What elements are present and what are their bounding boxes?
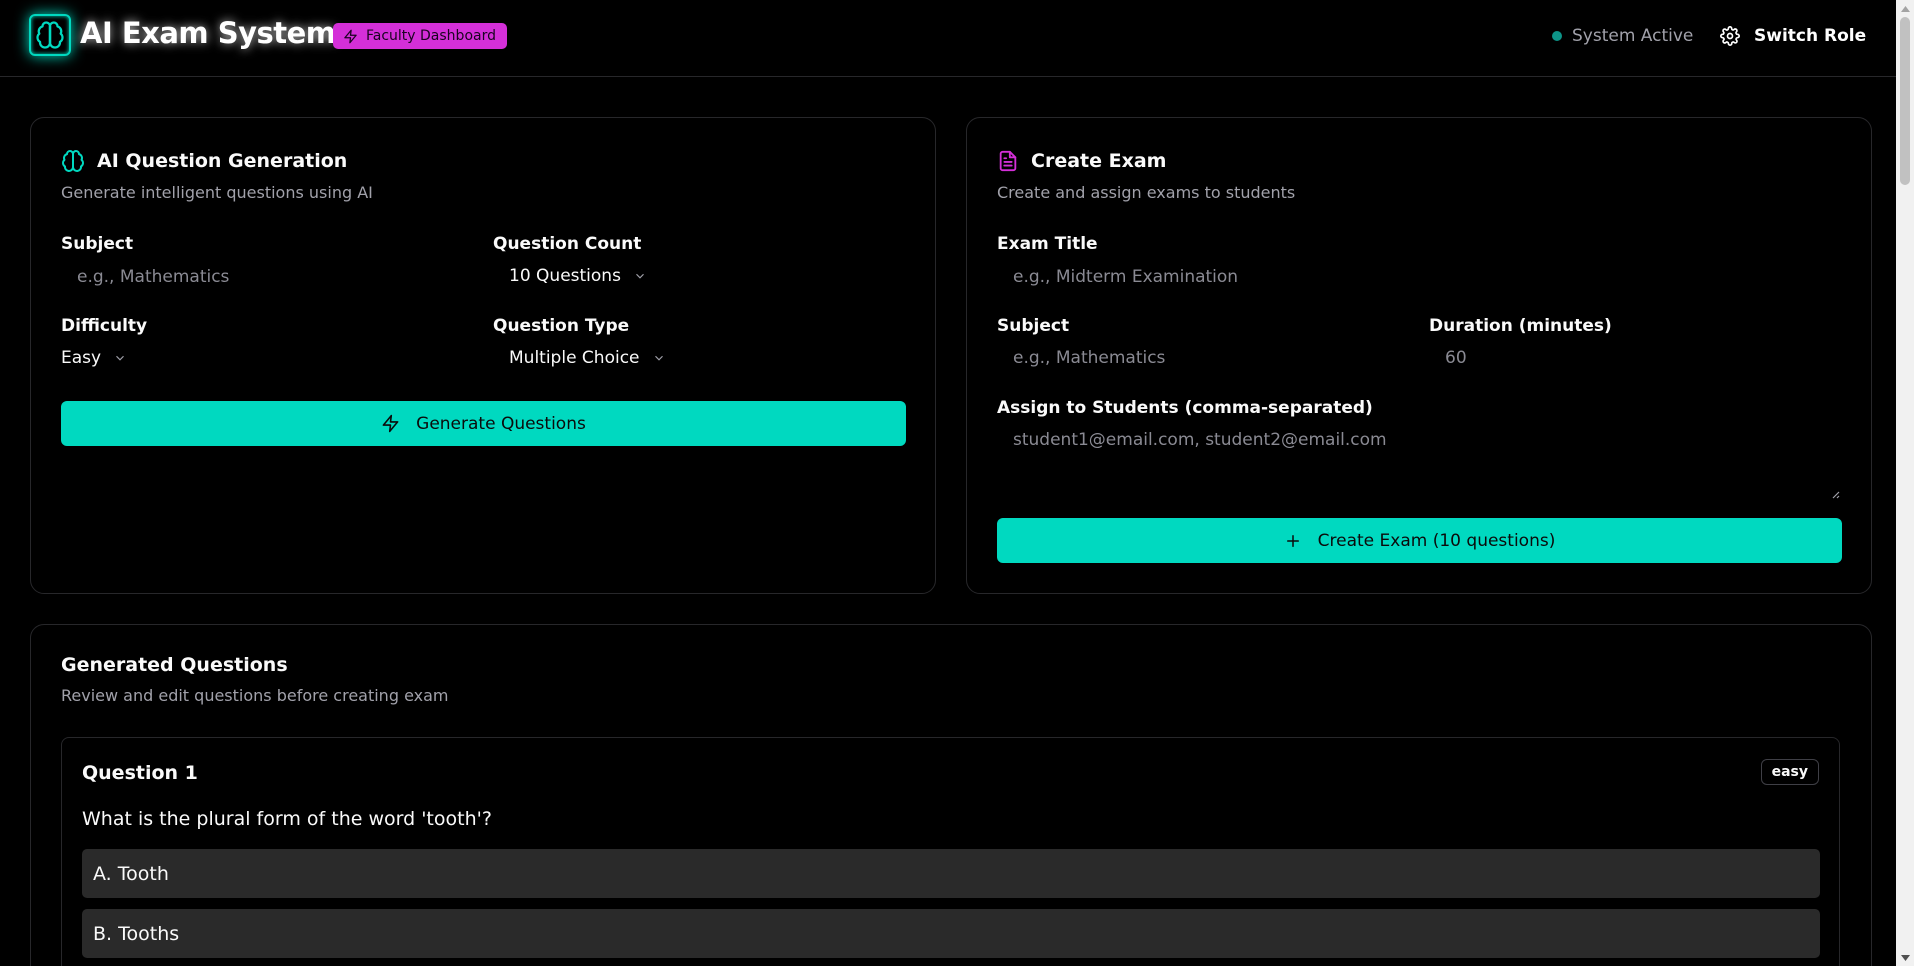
create-exam-subtitle: Create and assign exams to students	[997, 183, 1296, 202]
subject-label: Subject	[61, 234, 134, 254]
resize-grip-icon[interactable]	[1831, 490, 1840, 499]
generation-card-title: AI Question Generation	[61, 149, 347, 173]
generation-title-text: AI Question Generation	[97, 150, 348, 172]
answer-option[interactable]: B. Tooths	[82, 909, 1820, 958]
duration-label: Duration (minutes)	[1429, 316, 1612, 336]
duration-input[interactable]: 60	[1429, 340, 1842, 376]
generate-questions-button[interactable]: Generate Questions	[61, 401, 906, 446]
status-text: System Active	[1572, 26, 1694, 46]
exam-subject-input[interactable]: e.g., Mathematics	[997, 340, 1397, 376]
generated-questions-title: Generated Questions	[61, 654, 288, 676]
create-exam-card: Create Exam Create and assign exams to s…	[966, 117, 1872, 594]
document-icon	[999, 150, 1017, 172]
brain-icon	[29, 14, 71, 56]
switch-role-label: Switch Role	[1754, 26, 1867, 46]
plus-icon	[1286, 534, 1299, 547]
question-type-label: Question Type	[493, 316, 630, 336]
difficulty-value: Easy	[61, 348, 102, 368]
scroll-up-arrow-icon[interactable]	[1896, 0, 1914, 17]
create-exam-card-title: Create Exam	[997, 149, 1166, 173]
answer-option[interactable]: A. Tooth	[82, 849, 1820, 898]
question-type-value: Multiple Choice	[509, 348, 640, 368]
assign-students-placeholder: student1@email.com, student2@email.com	[1013, 430, 1387, 450]
exam-subject-label: Subject	[997, 316, 1070, 336]
top-header: AI Exam System Faculty Dashboard System …	[0, 0, 1896, 77]
question-type-select[interactable]: Multiple Choice	[493, 340, 666, 376]
status-dot	[1552, 31, 1562, 41]
question-title: Question 1	[82, 762, 198, 784]
create-exam-button[interactable]: Create Exam (10 questions)	[997, 518, 1842, 563]
difficulty-badge: easy	[1760, 759, 1819, 785]
difficulty-select[interactable]: Easy	[45, 340, 127, 376]
create-exam-label: Create Exam (10 questions)	[1317, 530, 1556, 551]
question-card: Question 1 easy What is the plural form …	[61, 737, 1840, 966]
role-badge: Faculty Dashboard	[333, 23, 507, 49]
exam-title-input[interactable]: e.g., Midterm Examination	[997, 259, 1842, 295]
gear-icon	[1720, 26, 1740, 46]
brain-icon	[62, 150, 84, 172]
assign-students-label: Assign to Students (comma-separated)	[997, 398, 1373, 418]
question-generation-card: AI Question Generation Generate intellig…	[30, 117, 936, 594]
assign-students-textarea[interactable]: student1@email.com, student2@email.com	[997, 421, 1842, 501]
role-badge-label: Faculty Dashboard	[366, 28, 496, 44]
question-count-label: Question Count	[493, 234, 642, 254]
create-exam-title-text: Create Exam	[1031, 150, 1167, 172]
exam-title-label: Exam Title	[997, 234, 1098, 254]
question-text: What is the plural form of the word 'too…	[82, 808, 492, 830]
lightning-icon	[344, 29, 357, 43]
lightning-icon	[382, 414, 399, 433]
difficulty-label: Difficulty	[61, 316, 148, 336]
page-scrollbar[interactable]	[1896, 0, 1914, 966]
chevron-down-icon	[654, 355, 663, 361]
scroll-down-arrow-icon[interactable]	[1896, 949, 1914, 966]
question-count-select[interactable]: 10 Questions	[493, 258, 647, 294]
chevron-down-icon	[636, 273, 644, 279]
question-count-value: 10 Questions	[509, 266, 621, 286]
subject-input[interactable]: e.g., Mathematics	[61, 259, 461, 295]
generation-subtitle: Generate intelligent questions using AI	[61, 183, 373, 202]
app-title: AI Exam System	[80, 16, 336, 50]
system-status: System Active	[1552, 26, 1693, 46]
switch-role-button[interactable]: Switch Role	[1720, 20, 1866, 52]
scrollbar-thumb[interactable]	[1900, 17, 1910, 185]
chevron-down-icon	[116, 355, 124, 361]
generated-questions-subtitle: Review and edit questions before creatin…	[61, 686, 449, 705]
generate-questions-label: Generate Questions	[416, 413, 586, 434]
